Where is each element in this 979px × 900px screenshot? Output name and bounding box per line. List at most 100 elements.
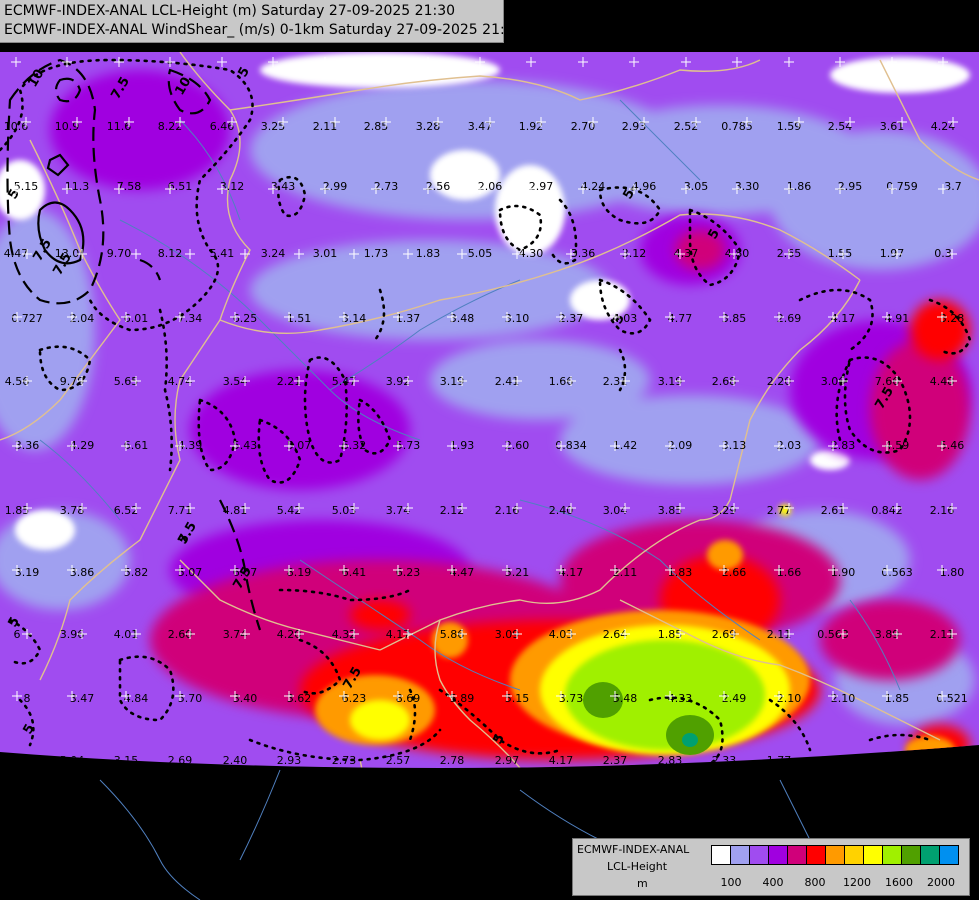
- grid-value: 0.563: [881, 566, 913, 579]
- grid-value: 1.37: [396, 312, 421, 325]
- grid-value: 3.05: [684, 180, 709, 193]
- grid-value: 3.47: [70, 692, 95, 705]
- grid-value: 3.7: [944, 180, 962, 193]
- grid-value: 4.47: [450, 566, 475, 579]
- grid-value: 6.07: [233, 566, 258, 579]
- grid-value: 2.93: [277, 754, 302, 767]
- legend-tick-label: 1200: [843, 876, 871, 889]
- grid-value: 3.85: [722, 312, 747, 325]
- grid-value: 6.52: [114, 504, 139, 517]
- grid-value: 4.77: [668, 312, 693, 325]
- lcl-height-map: 10 7.557.51057.5557.57.5557.5557.55 10.6 1…: [0, 0, 979, 900]
- grid-value: 4.17: [831, 312, 856, 325]
- grid-value: 3.29: [712, 504, 737, 517]
- grid-value: 2.95: [838, 180, 863, 193]
- grid-value: 6.01: [124, 312, 149, 325]
- legend-unit: m: [637, 877, 648, 890]
- grid-value: 2.78: [440, 754, 465, 767]
- legend-swatch: [863, 845, 883, 865]
- grid-value: 5.05: [468, 247, 493, 260]
- grid-value: 2.99: [323, 180, 348, 193]
- grid-value: 2.16: [495, 504, 520, 517]
- grid-value: 7.34: [178, 312, 203, 325]
- grid-value: 9.70: [107, 247, 132, 260]
- grid-value: 5.15: [14, 180, 39, 193]
- grid-value: 1.80: [940, 566, 965, 579]
- grid-value: 4.91: [885, 312, 910, 325]
- legend-title-param: LCL-Height: [607, 860, 668, 873]
- grid-value: 2.40: [549, 504, 574, 517]
- grid-value: 3.74: [386, 504, 411, 517]
- legend-tick-label: 100: [720, 876, 742, 889]
- grid-value: 7.71: [168, 504, 193, 517]
- grid-value: 2.16: [930, 504, 955, 517]
- grid-value: 1.85: [5, 504, 30, 517]
- grid-value: 5.41: [210, 247, 235, 260]
- grid-value: 3.43: [271, 180, 296, 193]
- grid-value: 8: [24, 692, 31, 705]
- grid-value: 3.86: [70, 566, 95, 579]
- grid-value: 4.96: [632, 180, 657, 193]
- grid-value: 4.03: [613, 312, 638, 325]
- grid-value: 8.19: [287, 566, 312, 579]
- grid-value: 5.42: [277, 504, 302, 517]
- grid-value: 3.04: [603, 504, 628, 517]
- grid-value: 2.66: [722, 566, 747, 579]
- grid-value: 5.82: [124, 566, 149, 579]
- grid-value: 4.33: [668, 692, 693, 705]
- grid-value: 2.10: [777, 692, 802, 705]
- grid-value: 8.69: [396, 692, 421, 705]
- grid-value: 4.81: [223, 504, 248, 517]
- grid-value: 1.83: [668, 566, 693, 579]
- grid-value: 2.77: [767, 504, 792, 517]
- grid-value: 6.51: [168, 180, 193, 193]
- color-legend: ECMWF-INDEX-ANAL LCL-Height m 100 400 800 1…: [572, 838, 970, 896]
- legend-swatch: [787, 845, 807, 865]
- grid-value: 2.11: [613, 566, 638, 579]
- grid-value: 5.07: [178, 566, 203, 579]
- legend-swatch: [901, 845, 921, 865]
- grid-value: 2.04: [70, 312, 95, 325]
- grid-value: 1.66: [777, 566, 802, 579]
- grid-value: 8.12: [158, 247, 183, 260]
- grid-value: 4.17: [559, 566, 584, 579]
- field-teal: [682, 733, 698, 747]
- grid-value: 3.78: [60, 504, 85, 517]
- legend-swatch: [825, 845, 845, 865]
- grid-value: 1.86: [787, 180, 812, 193]
- grid-value: 2.61: [821, 504, 846, 517]
- grid-value: 2.06: [478, 180, 503, 193]
- grid-value: 2.97: [495, 754, 520, 767]
- grid-value: 2.56: [426, 180, 451, 193]
- legend-swatch: [768, 845, 788, 865]
- grid-value: 2.10: [831, 692, 856, 705]
- grid-value: 5.89: [450, 692, 475, 705]
- grid-value: 3.10: [505, 312, 530, 325]
- grid-value: 3.14: [342, 312, 367, 325]
- legend-tick-label: 800: [804, 876, 826, 889]
- grid-value: 2.37: [603, 754, 628, 767]
- grid-value: 6.41: [342, 566, 367, 579]
- grid-value: 1.90: [831, 566, 856, 579]
- grid-value: 6.23: [396, 566, 421, 579]
- legend-swatch: [749, 845, 769, 865]
- legend-swatch: [730, 845, 750, 865]
- legend-tick-label: 1600: [885, 876, 913, 889]
- grid-value: 13.0: [55, 247, 80, 260]
- grid-value: 3.12: [220, 180, 245, 193]
- grid-value: 7.58: [117, 180, 142, 193]
- legend-title-model: ECMWF-INDEX-ANAL: [577, 843, 690, 856]
- grid-value: 3.73: [559, 692, 584, 705]
- grid-value: 5.48: [613, 692, 638, 705]
- title-lcl-height: ECMWF-INDEX-ANAL LCL-Height (m) Saturday…: [4, 3, 456, 19]
- grid-value: 2.73: [374, 180, 399, 193]
- grid-value: 2.12: [440, 504, 465, 517]
- legend-swatch: [806, 845, 826, 865]
- grid-value: 1.85: [885, 692, 910, 705]
- grid-value: 6.23: [342, 692, 367, 705]
- grid-value: 3.19: [15, 566, 40, 579]
- grid-value: 6: [14, 628, 21, 641]
- grid-value: 4.30: [519, 247, 544, 260]
- grid-value: 1.83: [416, 247, 441, 260]
- grid-value: 0.727: [11, 312, 43, 325]
